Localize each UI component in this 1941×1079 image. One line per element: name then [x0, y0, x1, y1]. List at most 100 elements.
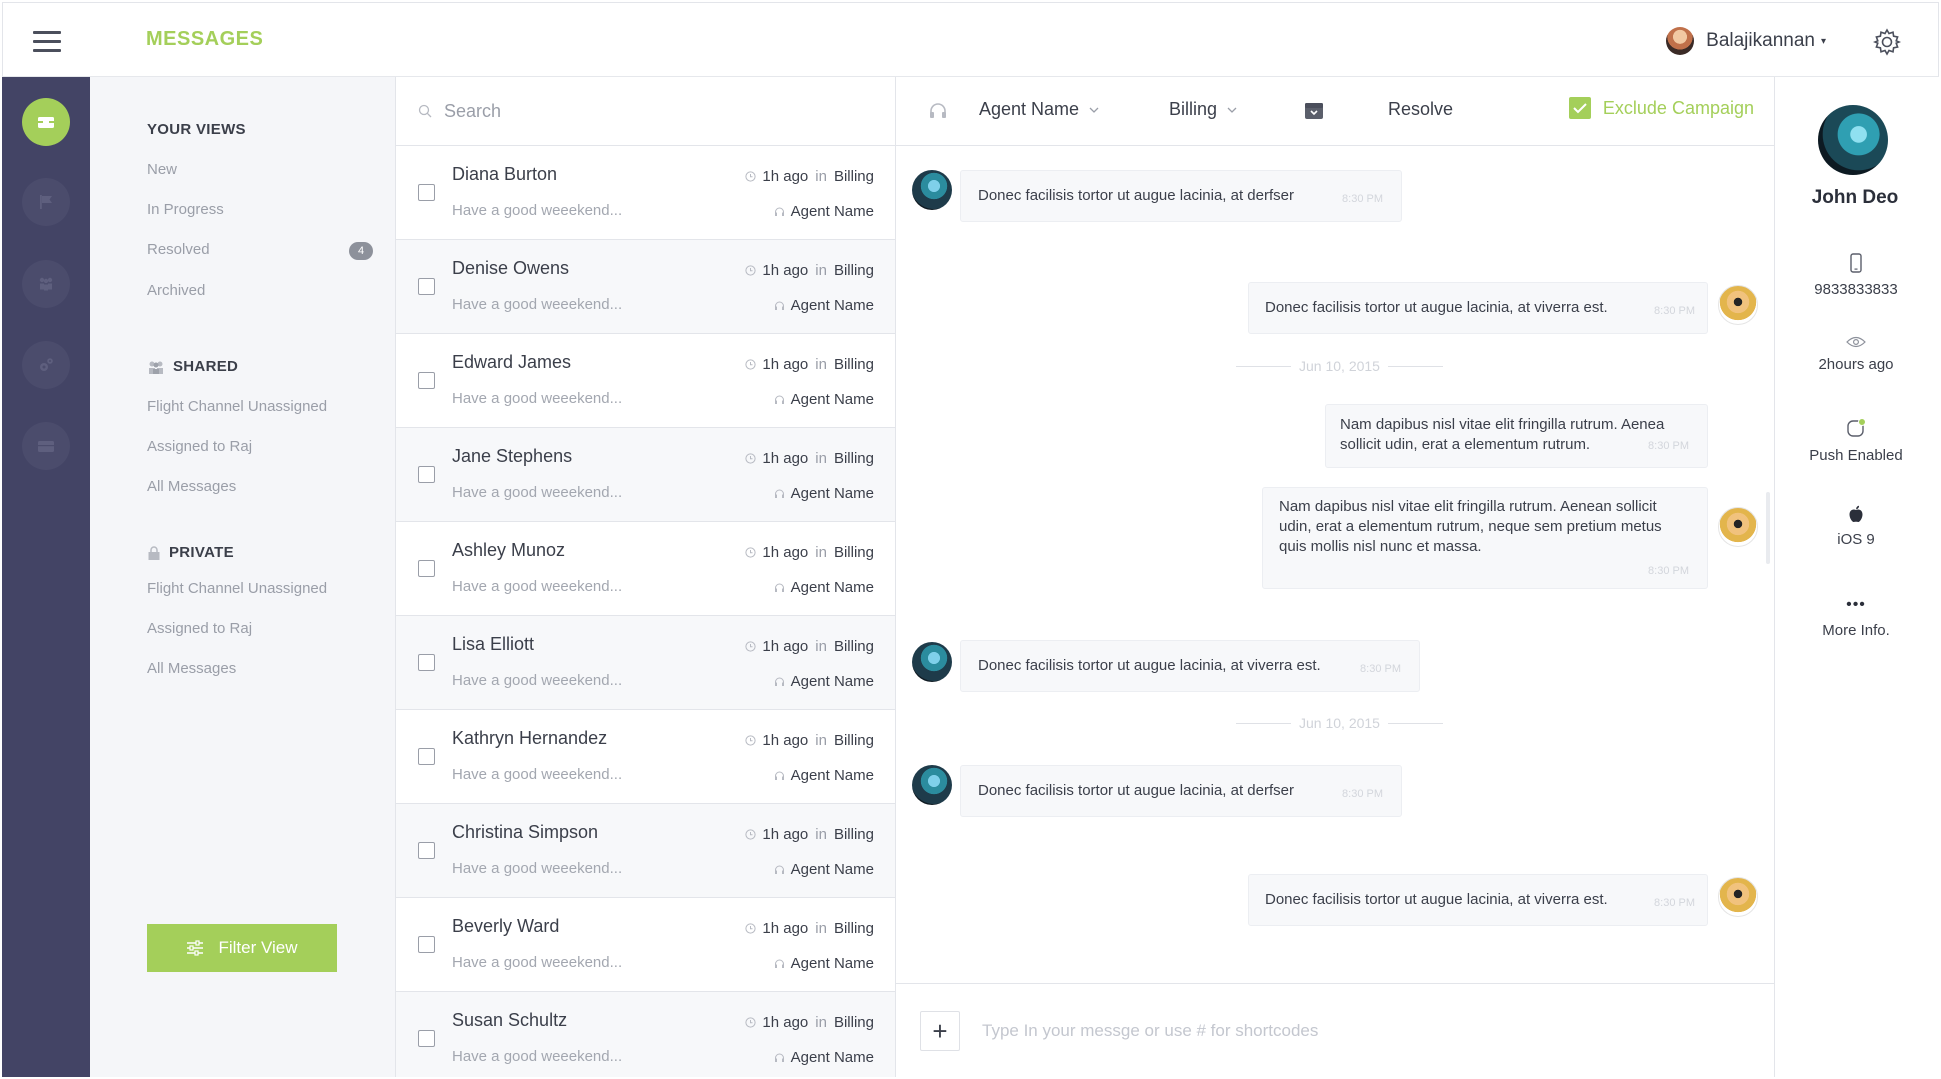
message-text: Donec facilisis tortor ut augue lacinia,…	[978, 187, 1294, 204]
contact-last-seen: 2hours ago	[1775, 336, 1937, 373]
profile-panel: John Deo 9833833833 2hours ago Push Enab…	[1774, 77, 1939, 1077]
row-agent-name: Agent Name	[790, 767, 874, 784]
message-input[interactable]	[982, 1020, 1682, 1041]
rail-flag-button[interactable]	[22, 178, 70, 226]
view-archived[interactable]: Archived	[147, 282, 205, 299]
contact-phone-value: 9833833833	[1814, 281, 1898, 298]
avatar	[1666, 27, 1695, 55]
avatar	[912, 642, 952, 682]
rail-archive-button[interactable]	[22, 422, 70, 470]
contact-name: Edward James	[452, 352, 572, 372]
message-bubble: Donec facilisis tortor ut augue lacinia,…	[1248, 282, 1708, 334]
rail-settings-button[interactable]	[22, 341, 70, 389]
agent-name-dropdown[interactable]: Agent Name	[979, 99, 1099, 120]
view-in-progress[interactable]: In Progress	[147, 201, 224, 218]
more-info-link[interactable]: ••• More Info.	[1775, 596, 1937, 639]
message-preview: Have a good weeekend...	[452, 860, 623, 877]
add-attachment-button[interactable]: +	[920, 1010, 960, 1051]
private-all-messages[interactable]: All Messages	[147, 660, 236, 677]
conversation-row[interactable]: Beverly Ward Have a good weeekend... 1h ag…	[396, 898, 895, 992]
row-agent: Agent Name	[774, 861, 874, 878]
resolve-button[interactable]: Resolve	[1388, 99, 1453, 120]
your-views-heading: YOUR VIEWS	[147, 121, 246, 138]
message-time: 8:30 PM	[1648, 440, 1689, 452]
conversation-row[interactable]: Lisa Elliott Have a good weeekend... 1h ag…	[396, 616, 895, 710]
private-heading-label: PRIVATE	[169, 544, 234, 561]
eye-icon	[1846, 336, 1866, 348]
conversation-row[interactable]: Diana Burton Have a good weeekend... 1h ag…	[396, 146, 895, 240]
gear-icon[interactable]	[1872, 27, 1902, 57]
contact-avatar	[1818, 105, 1888, 175]
row-checkbox[interactable]	[418, 466, 435, 483]
message-composer: +	[896, 983, 1774, 1077]
shared-flight-channel-unassigned[interactable]: Flight Channel Unassigned	[147, 398, 327, 415]
conversation-row[interactable]: Christina Simpson Have a good weeekend...…	[396, 804, 895, 898]
contact-name: Jane Stephens	[452, 446, 573, 466]
message-incoming: Donec facilisis tortor ut augue lacinia,…	[912, 640, 1420, 692]
clock-icon	[745, 265, 756, 276]
row-time: 1h ago	[762, 638, 809, 655]
headset-icon	[774, 677, 784, 686]
row-agent-name: Agent Name	[790, 955, 874, 972]
view-resolved[interactable]: Resolved	[147, 241, 210, 258]
private-flight-channel-unassigned[interactable]: Flight Channel Unassigned	[147, 580, 327, 597]
archive-icon	[38, 441, 54, 452]
row-checkbox[interactable]	[418, 748, 435, 765]
message-bubble: Donec facilisis tortor ut augue lacinia,…	[960, 765, 1402, 817]
conversation-row[interactable]: Susan Schultz Have a good weeekend... 1h a…	[396, 992, 895, 1077]
rail-team-button[interactable]	[22, 260, 70, 308]
row-in: in	[815, 544, 827, 561]
row-agent: Agent Name	[774, 203, 874, 220]
views-panel: YOUR VIEWS New In Progress Resolved 4 Ar…	[90, 77, 396, 1077]
conversation-row[interactable]: Ashley Munoz Have a good weeekend... 1h ag…	[396, 522, 895, 616]
exclude-campaign-checkbox[interactable]: Exclude Campaign	[1568, 97, 1754, 119]
search-input[interactable]	[444, 100, 844, 122]
row-tag: Billing	[833, 920, 874, 937]
row-time: 1h ago	[762, 1014, 809, 1031]
contact-name: John Deo	[1811, 187, 1899, 208]
headset-icon	[774, 301, 784, 310]
message-time: 8:30 PM	[1648, 565, 1689, 577]
row-checkbox[interactable]	[418, 1030, 435, 1047]
user-menu[interactable]: Balajikannan ▾	[1666, 27, 1826, 55]
hamburger-menu-icon[interactable]	[33, 31, 61, 52]
clock-icon	[745, 735, 756, 746]
message-preview: Have a good weeekend...	[452, 672, 623, 689]
filter-view-button[interactable]: Filter View	[147, 924, 337, 972]
row-in: in	[815, 262, 827, 279]
row-checkbox[interactable]	[418, 372, 435, 389]
private-assigned-to-raj[interactable]: Assigned to Raj	[147, 620, 252, 637]
row-checkbox[interactable]	[418, 654, 435, 671]
shared-assigned-to-raj[interactable]: Assigned to Raj	[147, 438, 252, 455]
row-checkbox[interactable]	[418, 936, 435, 953]
filter-view-label: Filter View	[218, 938, 298, 957]
view-new[interactable]: New	[147, 161, 177, 178]
chat-scrollbar[interactable]	[1766, 492, 1770, 564]
message-time: 8:30 PM	[1342, 193, 1383, 205]
rail-inbox-button[interactable]	[22, 98, 70, 146]
clock-icon	[745, 171, 756, 182]
message-time: 8:30 PM	[1654, 897, 1695, 909]
conversation-row[interactable]: Edward James Have a good weeekend... 1h ag…	[396, 334, 895, 428]
mobile-phone-icon	[1850, 253, 1862, 273]
conversation-row[interactable]: Denise Owens Have a good weeekend... 1h ag…	[396, 240, 895, 334]
shared-all-messages[interactable]: All Messages	[147, 478, 236, 495]
archive-box-icon[interactable]	[1304, 101, 1324, 121]
message-outgoing: Donec facilisis tortor ut augue lacinia,…	[1248, 874, 1758, 926]
billing-dropdown[interactable]: Billing	[1169, 99, 1237, 120]
row-checkbox[interactable]	[418, 842, 435, 859]
contact-name: Susan Schultz	[452, 1010, 568, 1030]
row-tag: Billing	[833, 826, 874, 843]
clock-icon	[745, 829, 756, 840]
date-divider: Jun 10, 2015	[1228, 715, 1451, 731]
message-text: Nam dapibus nisl vitae elit fringilla ru…	[1340, 416, 1665, 453]
conversation-row[interactable]: Kathryn Hernandez Have a good weeekend...…	[396, 710, 895, 804]
headset-icon	[774, 489, 784, 498]
row-checkbox[interactable]	[418, 278, 435, 295]
conversation-row[interactable]: Jane Stephens Have a good weeekend... 1h a…	[396, 428, 895, 522]
contact-name: Kathryn Hernandez	[452, 728, 608, 748]
row-checkbox[interactable]	[418, 560, 435, 577]
message-bubble: Donec facilisis tortor ut augue lacinia,…	[1248, 874, 1708, 926]
row-checkbox[interactable]	[418, 184, 435, 201]
headset-icon	[774, 771, 784, 780]
